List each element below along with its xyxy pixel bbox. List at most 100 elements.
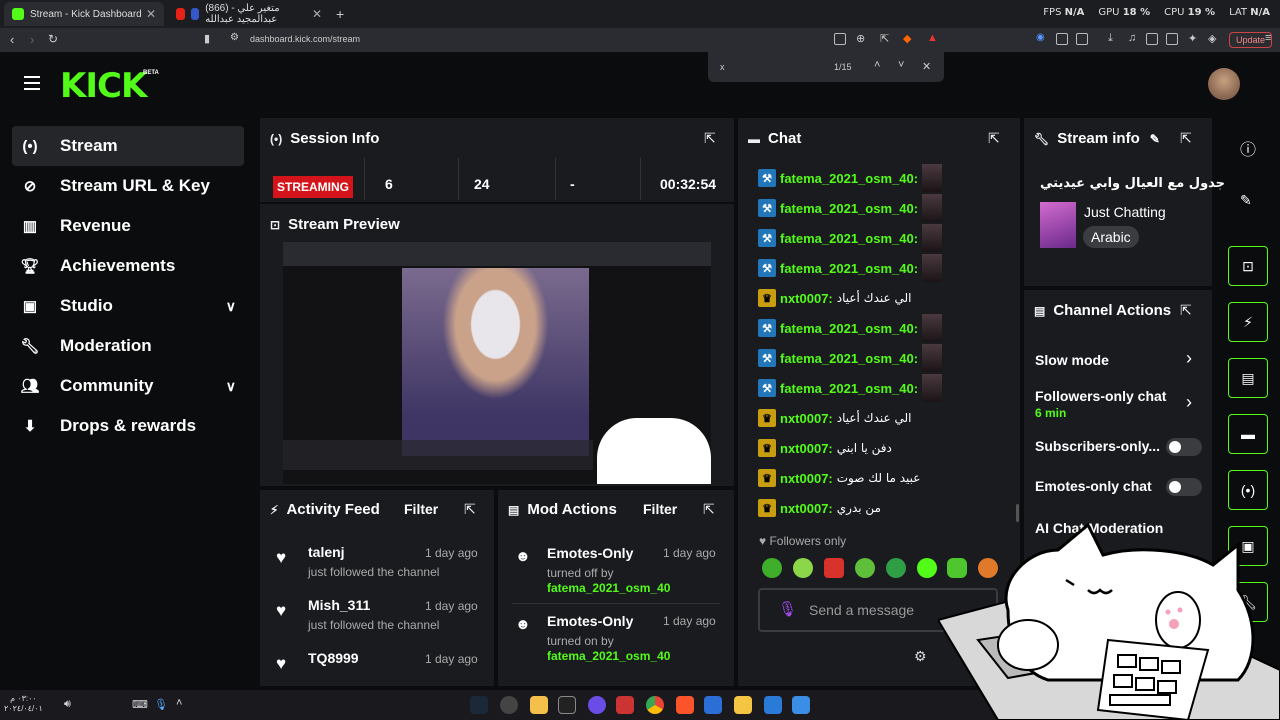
app-icon[interactable] (588, 696, 606, 714)
chat-username[interactable]: fatema_2021_osm_40: (780, 201, 918, 216)
rail-chat-button[interactable]: ▬ (1228, 414, 1268, 454)
chat-username[interactable]: fatema_2021_osm_40: (780, 231, 918, 246)
app-icon[interactable] (764, 696, 782, 714)
sidebar-item-moderation[interactable]: 🔧︎ Moderation (12, 326, 244, 366)
tray-chevron-icon[interactable]: ˄ (176, 697, 182, 709)
edit-icon[interactable]: ✎ (1240, 192, 1252, 209)
reload-icon[interactable]: ↻ (48, 32, 58, 46)
hamburger-menu-icon[interactable] (24, 76, 40, 90)
browser-tab-active[interactable]: Stream - Kick Dashboard ✕ (4, 2, 164, 26)
mic-tray-icon[interactable]: 🎙︎ (154, 698, 168, 711)
rail-preview-button[interactable]: ⊡ (1228, 246, 1268, 286)
split-view-icon[interactable] (1146, 33, 1158, 45)
tabs-icon[interactable] (1166, 33, 1178, 45)
chevron-right-icon[interactable]: › (1186, 392, 1192, 413)
media-icon[interactable]: ♫ (1128, 32, 1136, 44)
back-icon[interactable]: ‹ (10, 32, 14, 47)
share-icon[interactable]: ⇱ (880, 32, 889, 45)
extensions-icon[interactable] (1056, 33, 1068, 45)
emotes-only-toggle[interactable] (1166, 478, 1202, 496)
find-prev-icon[interactable]: ˄ (874, 59, 880, 71)
sidebar-item-stream[interactable]: (•) Stream (12, 126, 244, 166)
emote-icon[interactable] (762, 558, 782, 578)
emote-icon[interactable] (886, 558, 906, 578)
sidebar-icon[interactable] (1076, 33, 1088, 45)
category-name[interactable]: Just Chatting (1084, 204, 1166, 220)
voicemeeter-icon[interactable] (616, 696, 634, 714)
epic-games-icon[interactable] (558, 696, 576, 714)
sidebar-item-drops-rewards[interactable]: ⬇ Drops & rewards (12, 406, 244, 446)
chat-settings-icon[interactable]: ⚙ (914, 648, 927, 665)
chevron-right-icon[interactable]: › (1186, 348, 1192, 369)
chat-username[interactable]: nxt0007: (780, 471, 833, 486)
zoom-icon[interactable]: ⊕ (856, 32, 865, 45)
emote-icon[interactable] (855, 558, 875, 578)
close-tab-icon[interactable]: ✕ (312, 7, 322, 21)
info-icon[interactable]: ⓘ (1240, 136, 1256, 160)
rail-activity-button[interactable]: ⚡︎ (1228, 302, 1268, 342)
find-close-icon[interactable]: ✕ (922, 60, 931, 73)
slow-mode-row[interactable]: Slow mode (1035, 352, 1109, 368)
download-icon[interactable]: ⤓ (1108, 32, 1113, 45)
windows-start-icon[interactable] (792, 696, 810, 714)
followers-only-row[interactable]: Followers-only chat (1035, 388, 1166, 404)
chat-username[interactable]: nxt0007: (780, 291, 833, 306)
volume-icon[interactable]: 🔊︎ (64, 698, 71, 711)
chat-input[interactable]: Send a message (809, 602, 914, 618)
chat-username[interactable]: fatema_2021_osm_40: (780, 171, 918, 186)
leo-icon[interactable]: ✦ (1188, 32, 1197, 45)
find-input[interactable]: x (720, 62, 725, 72)
sidebar-item-achievements[interactable]: 🏆︎ Achievements (12, 246, 244, 286)
steam-icon[interactable] (470, 696, 488, 714)
rail-session-button[interactable]: (•) (1228, 470, 1268, 510)
popout-icon[interactable]: ⇱ (988, 130, 1000, 147)
taskbar-clock[interactable]: ٠٣:٠٠ م ٢٠٢٤/٠٤/٠١ (4, 694, 43, 714)
chat-username[interactable]: nxt0007: (780, 441, 833, 456)
category-thumbnail[interactable] (1040, 202, 1076, 248)
bookmark-icon[interactable]: ▮ (204, 32, 210, 45)
sidebar-item-studio[interactable]: ▣ Studio ∨ (12, 286, 244, 326)
url-field[interactable]: dashboard.kick.com/stream (250, 34, 360, 44)
microphone-icon[interactable]: 🎙︎ (778, 600, 797, 618)
brave-icon[interactable] (676, 696, 694, 714)
browser-tab[interactable]: (866) متغير علي - عبدالمجيد عبدالله ✕ (168, 2, 330, 26)
sidebar-item-stream-url-key[interactable]: ⊘ Stream URL & Key (12, 166, 244, 206)
emote-icon[interactable] (917, 558, 937, 578)
new-tab-icon[interactable]: + (336, 6, 344, 22)
chat-username[interactable]: fatema_2021_osm_40: (780, 321, 918, 336)
activity-filter-button[interactable]: Filter (404, 501, 438, 517)
emote-icon[interactable] (824, 558, 844, 578)
close-tab-icon[interactable]: ✕ (146, 7, 156, 21)
popout-icon[interactable]: ⇱ (704, 130, 716, 147)
site-settings-icon[interactable]: ⚙ (230, 32, 239, 43)
sidebar-item-community[interactable]: 👥︎ Community ∨ (12, 366, 244, 406)
reader-mode-icon[interactable] (834, 33, 846, 45)
app-icon[interactable] (530, 696, 548, 714)
user-avatar[interactable] (1208, 68, 1240, 100)
popout-icon[interactable]: ⇱ (703, 501, 715, 518)
rail-mod-actions-button[interactable]: ▤ (1228, 358, 1268, 398)
vpn-icon[interactable]: ◈ (1208, 32, 1216, 45)
subscribers-only-toggle[interactable] (1166, 438, 1202, 456)
popout-icon[interactable]: ⇱ (1180, 130, 1192, 147)
mod-action-user[interactable]: fatema_2021_osm_40 (547, 581, 721, 595)
stream-preview-video[interactable] (283, 242, 711, 484)
brave-shield-icon[interactable]: ◆ (903, 32, 911, 45)
wallet-icon[interactable]: ◉ (1036, 32, 1045, 43)
mod-action-user[interactable]: fatema_2021_osm_40 (547, 649, 721, 663)
kick-logo[interactable]: KICK (60, 66, 147, 106)
sidebar-item-revenue[interactable]: ▥ Revenue (12, 206, 244, 246)
chrome-icon[interactable] (646, 696, 664, 714)
chat-username[interactable]: fatema_2021_osm_40: (780, 381, 918, 396)
emote-icon[interactable] (793, 558, 813, 578)
store-icon[interactable] (704, 696, 722, 714)
mod-filter-button[interactable]: Filter (643, 501, 677, 517)
keyboard-icon[interactable]: ⌨ (132, 698, 148, 711)
popout-icon[interactable]: ⇱ (1180, 302, 1192, 319)
obs-icon[interactable] (500, 696, 518, 714)
file-explorer-icon[interactable] (734, 696, 752, 714)
forward-icon[interactable]: › (30, 32, 34, 47)
chat-username[interactable]: nxt0007: (780, 501, 833, 516)
find-next-icon[interactable]: ˅ (898, 59, 904, 71)
menu-icon[interactable]: ≡ (1265, 32, 1271, 44)
